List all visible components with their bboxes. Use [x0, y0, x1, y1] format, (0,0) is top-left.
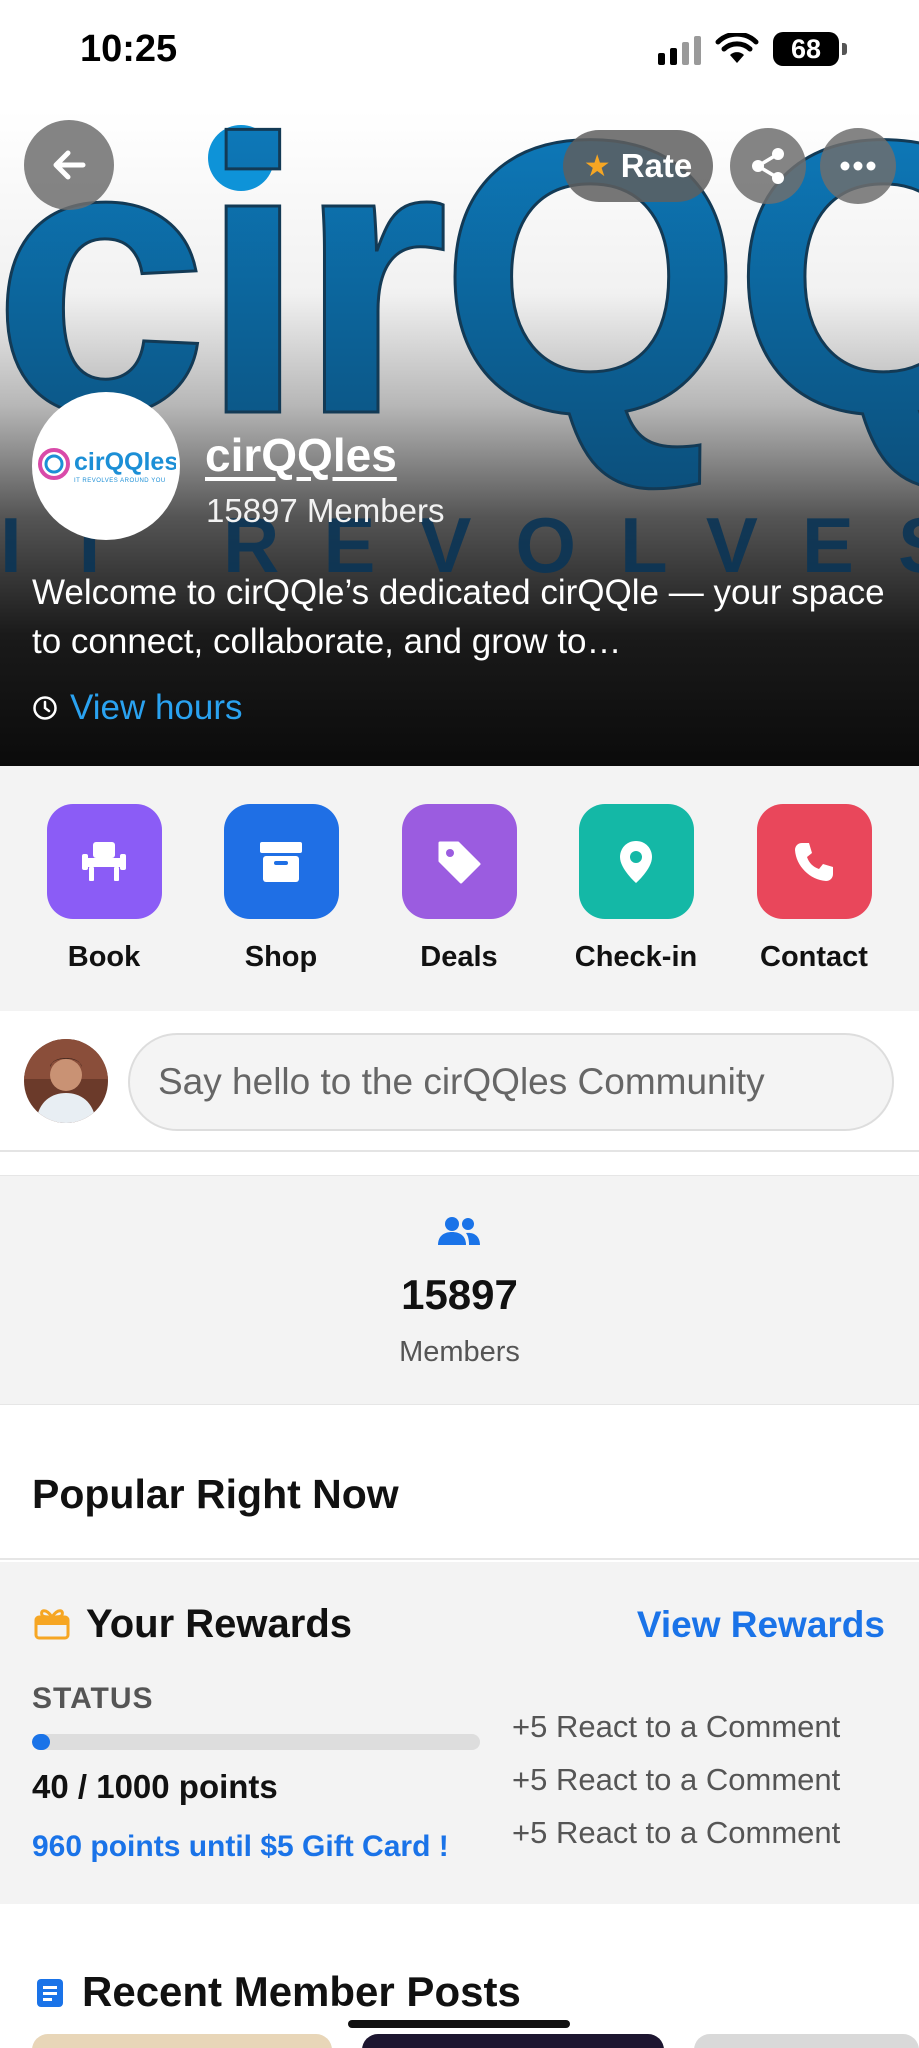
status-bar: 10:25 68	[0, 0, 919, 110]
logo-tagline: IT REVOLVES AROUND YOU	[74, 478, 166, 484]
store-box-icon	[260, 841, 302, 882]
home-indicator[interactable]	[348, 2020, 570, 2028]
points-until-text: 960 points until $5 Gift Card !	[32, 1830, 449, 1863]
deals-icon-tile	[401, 804, 517, 919]
post-thumbnail[interactable]	[32, 2034, 332, 2048]
status-label: STATUS	[32, 1682, 154, 1715]
say-hello-input[interactable]: Say hello to the cirQQles Community	[128, 1033, 894, 1131]
book-icon-tile	[46, 804, 162, 919]
shop-icon-tile	[223, 804, 339, 919]
location-pin-icon	[620, 840, 652, 883]
back-button[interactable]	[24, 120, 114, 210]
rate-button[interactable]: ★ Rate	[563, 130, 713, 202]
community-description: Welcome to cirQQle’s dedicated cirQQle —…	[32, 573, 885, 661]
divider	[0, 1150, 919, 1152]
popular-title: Popular Right Now	[32, 1471, 399, 1517]
members-stat-card[interactable]: 15897 Members	[0, 1175, 919, 1405]
deals-label: Deals	[420, 941, 498, 973]
members-label: Members	[399, 1336, 520, 1368]
battery-level: 68	[790, 33, 822, 64]
points-progress-bar	[32, 1734, 480, 1750]
people-icon	[438, 1217, 480, 1245]
post-thumbnail[interactable]	[362, 2034, 664, 2048]
contact-label: Contact	[760, 941, 868, 973]
post-composer: Say hello to the cirQQles Community	[0, 1011, 919, 1151]
reward-actions-list: +5 React to a Comment +5 React to a Comm…	[512, 1700, 840, 1859]
members-number: 15897	[401, 1271, 518, 1318]
view-rewards-link[interactable]: View Rewards	[637, 1604, 885, 1646]
document-icon	[37, 1979, 63, 2007]
tag-icon	[438, 841, 481, 883]
check-in-label: Check-in	[574, 941, 698, 973]
status-icons: 68	[658, 32, 847, 66]
rewards-title: Your Rewards	[86, 1602, 352, 1646]
contact-action[interactable]: Contact	[739, 804, 889, 974]
reward-item: +5 React to a Comment	[512, 1709, 841, 1744]
view-hours-link[interactable]: View hours	[32, 688, 243, 728]
avatar-photo	[24, 1039, 108, 1123]
check-in-icon-tile	[578, 804, 694, 919]
user-avatar[interactable]	[24, 1039, 108, 1123]
view-hours-label: View hours	[70, 688, 243, 727]
section-gap	[0, 1904, 919, 1928]
quick-actions: Book Shop Deals Check-in Contact	[0, 766, 919, 1011]
popular-section: Popular Right Now	[0, 1405, 919, 1560]
battery-icon: 68	[773, 32, 847, 66]
contact-icon-tile	[756, 804, 872, 919]
composer-placeholder: Say hello to the cirQQles Community	[158, 1061, 765, 1102]
cirqqles-logo: cirQQles IT REVOLVES AROUND YOU	[38, 448, 176, 484]
shop-action[interactable]: Shop	[206, 804, 356, 974]
community-name[interactable]: cirQQles	[205, 428, 397, 482]
seat-icon	[82, 841, 126, 881]
star-icon: ★	[583, 149, 611, 183]
points-progress-fill	[32, 1734, 50, 1750]
arrow-left-icon	[53, 150, 86, 180]
phone-icon	[795, 842, 833, 881]
clock-icon	[33, 696, 57, 720]
points-text: 40 / 1000 points	[32, 1768, 278, 1805]
status-time: 10:25	[80, 28, 178, 70]
rate-label: Rate	[620, 147, 693, 184]
reward-item: +5 React to a Comment	[512, 1815, 841, 1850]
share-icon	[752, 148, 784, 184]
community-logo: cirQQles IT REVOLVES AROUND YOU	[32, 392, 180, 540]
wifi-icon	[715, 33, 759, 63]
logo-wordmark: cirQQles	[74, 448, 176, 476]
ellipsis-icon	[840, 161, 876, 171]
gift-icon	[34, 1609, 70, 1640]
reward-item: +5 React to a Comment	[512, 1762, 841, 1797]
more-options-button[interactable]	[820, 128, 896, 204]
community-banner: cirQQ IT REVOLVES A ★ Rate cirQQles IT R…	[0, 110, 919, 766]
member-count: 15897 Members	[206, 492, 445, 529]
rewards-card: Your Rewards View Rewards STATUS 40 / 10…	[0, 1562, 919, 1904]
cellular-signal-icon	[658, 33, 701, 65]
post-thumbnail[interactable]	[694, 2034, 919, 2048]
recent-posts-title: Recent Member Posts	[82, 1968, 521, 2015]
shop-label: Shop	[244, 941, 318, 973]
check-in-action[interactable]: Check-in	[561, 804, 711, 974]
share-button[interactable]	[730, 128, 806, 204]
book-action[interactable]: Book	[29, 804, 179, 974]
book-label: Book	[67, 941, 141, 973]
recent-posts-section: Recent Member Posts	[0, 1928, 919, 2048]
deals-action[interactable]: Deals	[384, 804, 534, 974]
